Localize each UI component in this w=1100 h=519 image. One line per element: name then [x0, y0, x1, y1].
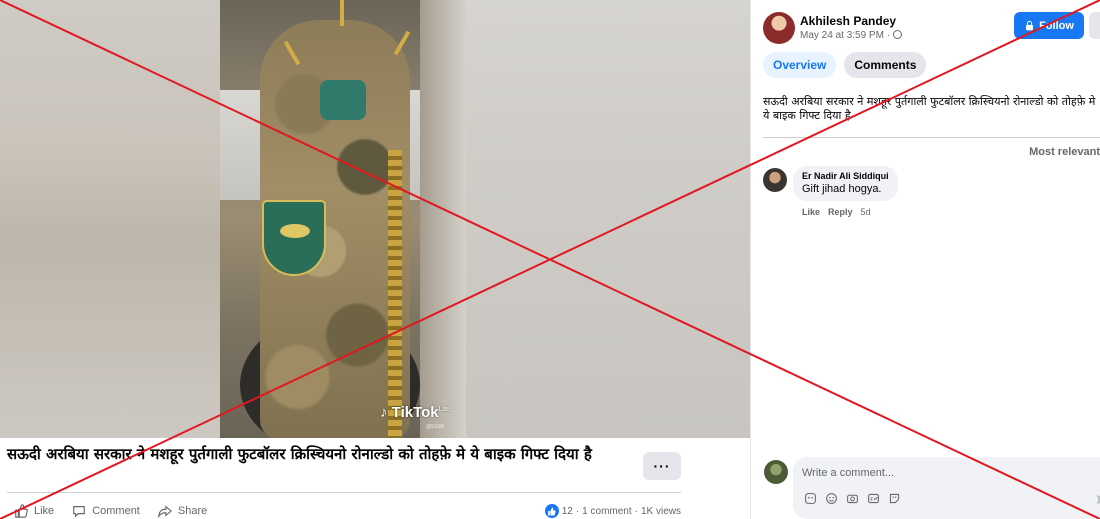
video-frame[interactable]: ♪ TikTokLite @r2sd — [220, 0, 466, 438]
tiktok-handle: @r2sd — [426, 424, 444, 430]
tiktok-watermark-text: TikTok — [391, 404, 439, 421]
like-button[interactable]: Like — [14, 504, 54, 518]
gif-icon[interactable] — [867, 492, 880, 505]
facebook-video-post-view: ♪ TikTokLite @r2sd सऊदी अरबिया सरकार ने … — [0, 0, 1100, 519]
bike-spike — [340, 0, 344, 26]
share-icon — [158, 505, 172, 518]
video-wall-side — [420, 0, 466, 438]
view-count: 1K views — [640, 505, 681, 517]
bike-tank-emblem — [320, 80, 366, 120]
post-info: सऊदी अरबिया सरकार ने मशहूर पुर्तगाली फुट… — [0, 438, 750, 519]
emoji-icon[interactable] — [825, 492, 838, 505]
comment-label: Comment — [92, 505, 140, 517]
tab-comments[interactable]: Comments — [844, 52, 927, 78]
comment-composer[interactable]: Write a comment... — [793, 457, 1100, 519]
video-blur-background-left — [0, 0, 220, 438]
avatar-sticker-icon[interactable] — [888, 492, 901, 505]
post-time-text: May 24 at 3:59 PM · — [800, 30, 893, 41]
follow-button[interactable]: Follow — [1014, 12, 1084, 39]
comment-author[interactable]: Er Nadir Ali Siddiqui — [802, 171, 889, 181]
panel-more-button[interactable] — [1089, 12, 1100, 39]
comment-text: Gift jihad hogya. — [802, 183, 882, 195]
tiktok-watermark: ♪ TikTokLite — [380, 404, 450, 421]
current-user-avatar — [764, 460, 788, 484]
reaction-count[interactable]: 12 — [562, 506, 573, 517]
comment-sort-dropdown[interactable]: Most relevant — [1029, 146, 1100, 158]
post-stats: 12 · 1 comment · 1K views — [544, 504, 681, 518]
emblem-wings — [280, 224, 310, 238]
like-label: Like — [34, 505, 55, 517]
comment-actions: Like Reply 5d — [802, 207, 871, 217]
author-name[interactable]: Akhilesh Pandey — [800, 14, 896, 28]
video-blur-background-right — [466, 0, 750, 438]
follow-label: Follow — [1039, 19, 1074, 32]
more-options-button[interactable]: ··· — [643, 452, 681, 480]
comment-count[interactable]: 1 comment — [582, 506, 631, 517]
tiktok-watermark-suffix: Lite — [438, 406, 450, 413]
send-icon[interactable] — [1095, 493, 1100, 506]
bike-seat-emblem — [262, 200, 326, 276]
post-actions: Like Comment Share — [14, 503, 207, 519]
bike-gold-rail — [388, 150, 402, 438]
panel-tabs: Overview Comments — [763, 52, 927, 78]
like-icon — [15, 504, 28, 518]
share-label: Share — [177, 505, 208, 517]
panel-divider — [763, 137, 1100, 138]
lock-icon — [1026, 20, 1034, 31]
commenter-avatar[interactable] — [763, 168, 787, 192]
sticker-icon[interactable] — [804, 492, 817, 505]
post-side-panel: Akhilesh Pandey May 24 at 3:59 PM · Foll… — [750, 0, 1100, 519]
video-player[interactable]: ♪ TikTokLite @r2sd — [0, 0, 750, 438]
comment-like-link[interactable]: Like — [802, 207, 820, 217]
thumbs-up-icon — [548, 507, 556, 515]
comment-icon — [73, 506, 86, 518]
post-title: सऊदी अरबिया सरकार ने मशहूर पुर्तगाली फुट… — [7, 445, 592, 463]
post-caption: सऊदी अरबिया सरकार ने मशहूर पुर्तगाली फुट… — [763, 95, 1096, 122]
author-avatar[interactable] — [763, 12, 795, 44]
comment-reply-link[interactable]: Reply — [828, 207, 853, 217]
composer-tools — [804, 492, 901, 505]
tiktok-logo-icon: ♪ — [380, 404, 388, 421]
comment-age[interactable]: 5d — [861, 207, 871, 217]
comment-bubble: Er Nadir Ali Siddiqui Gift jihad hogya. — [793, 166, 898, 201]
post-divider — [7, 492, 681, 493]
camera-icon[interactable] — [846, 492, 859, 505]
like-reaction-icon[interactable] — [544, 504, 559, 518]
share-button[interactable]: Share — [158, 504, 207, 518]
stats-separator: · — [575, 505, 580, 517]
comment-button[interactable]: Comment — [72, 504, 140, 518]
comment-input[interactable]: Write a comment... — [802, 467, 894, 479]
post-time[interactable]: May 24 at 3:59 PM · — [800, 30, 902, 41]
globe-icon — [892, 30, 902, 39]
stats-separator: · — [634, 505, 638, 517]
tab-overview[interactable]: Overview — [763, 52, 837, 78]
